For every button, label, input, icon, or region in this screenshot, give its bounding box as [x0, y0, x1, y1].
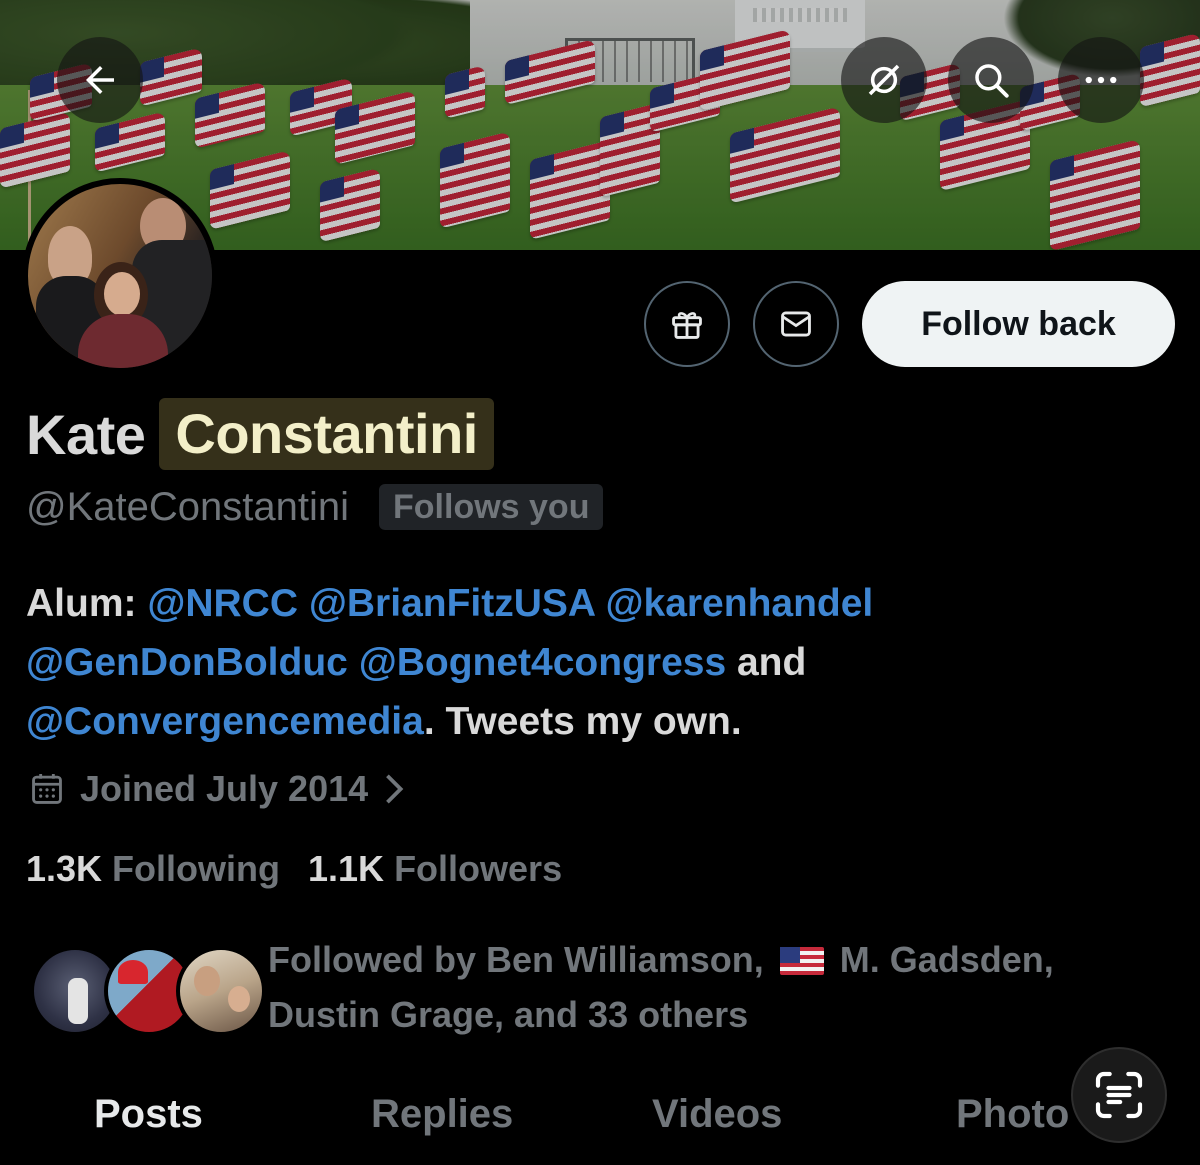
- followers-link[interactable]: 1.1K Followers: [308, 848, 562, 890]
- slashed-circle-icon: [868, 64, 900, 96]
- following-label: Following: [112, 848, 281, 889]
- tab-replies[interactable]: Replies: [371, 1092, 513, 1137]
- bio-mention[interactable]: @GenDonBolduc: [26, 641, 348, 684]
- profile-tabs: Posts Replies Videos Photo: [0, 1080, 1200, 1160]
- calendar-icon: [32, 773, 62, 804]
- us-flag-icon: [779, 947, 824, 975]
- gift-button[interactable]: [644, 281, 730, 367]
- grok-button[interactable]: [841, 37, 927, 123]
- joined-text: Joined July 2014: [80, 768, 369, 809]
- avatar: [176, 946, 266, 1036]
- bio-mention[interactable]: @karenhandel: [605, 582, 873, 625]
- chevron-right-icon: [386, 774, 404, 804]
- profile-name: Kate Constantini: [26, 398, 494, 470]
- following-count: 1.3K: [26, 848, 103, 889]
- profile-bio: Alum: @NRCC @BrianFitzUSA @karenhandel @G…: [26, 574, 1176, 751]
- tab-videos[interactable]: Videos: [652, 1092, 782, 1137]
- followed-by-prefix: Followed by Ben Williamson,: [268, 939, 774, 980]
- followers-count: 1.1K: [308, 848, 385, 889]
- joined-date[interactable]: Joined July 2014: [28, 768, 408, 810]
- followers-label: Followers: [394, 848, 563, 889]
- bio-text: Alum:: [26, 582, 148, 625]
- followed-by-avatars[interactable]: [30, 946, 266, 1036]
- message-button[interactable]: [753, 281, 839, 367]
- gift-icon: [672, 312, 702, 339]
- search-button[interactable]: [948, 37, 1034, 123]
- name-last-highlighted: Constantini: [159, 398, 494, 470]
- envelope-icon: [781, 311, 811, 337]
- follow-stats: 1.3K Following 1.1K Followers: [26, 848, 562, 890]
- handle-row: @KateConstantini Follows you: [26, 484, 604, 530]
- more-button[interactable]: [1058, 37, 1144, 123]
- live-text-button[interactable]: [1071, 1047, 1167, 1143]
- bio-mention[interactable]: @BrianFitzUSA: [309, 582, 595, 625]
- search-icon: [975, 64, 1009, 98]
- bio-mention[interactable]: @Convergencemedia: [26, 700, 424, 743]
- followed-by-text[interactable]: Followed by Ben Williamson, M. Gadsden, D…: [268, 932, 1168, 1042]
- follow-back-button[interactable]: Follow back: [862, 281, 1175, 367]
- follows-you-badge: Follows you: [379, 484, 604, 530]
- name-first: Kate: [26, 402, 146, 466]
- arrow-left-icon: [86, 66, 114, 94]
- followed-by-rest: Dustin Grage, and 33 others: [268, 994, 749, 1035]
- profile-avatar[interactable]: [22, 178, 218, 374]
- avatar-person-face: [104, 272, 140, 316]
- tab-photos[interactable]: Photo: [956, 1092, 1069, 1137]
- bio-text: . Tweets my own.: [423, 700, 742, 743]
- bio-text: and: [726, 641, 807, 684]
- text-scan-icon: [1095, 1071, 1143, 1119]
- bio-mention[interactable]: @NRCC: [147, 582, 298, 625]
- back-button[interactable]: [57, 37, 143, 123]
- followed-by-middle: M. Gadsden,: [829, 939, 1054, 980]
- tab-posts[interactable]: Posts: [94, 1092, 203, 1137]
- following-link[interactable]: 1.3K Following: [26, 848, 280, 890]
- more-dots-icon: [1085, 76, 1117, 84]
- profile-handle: @KateConstantini: [26, 484, 350, 529]
- bio-mention[interactable]: @Bognet4congress: [359, 641, 726, 684]
